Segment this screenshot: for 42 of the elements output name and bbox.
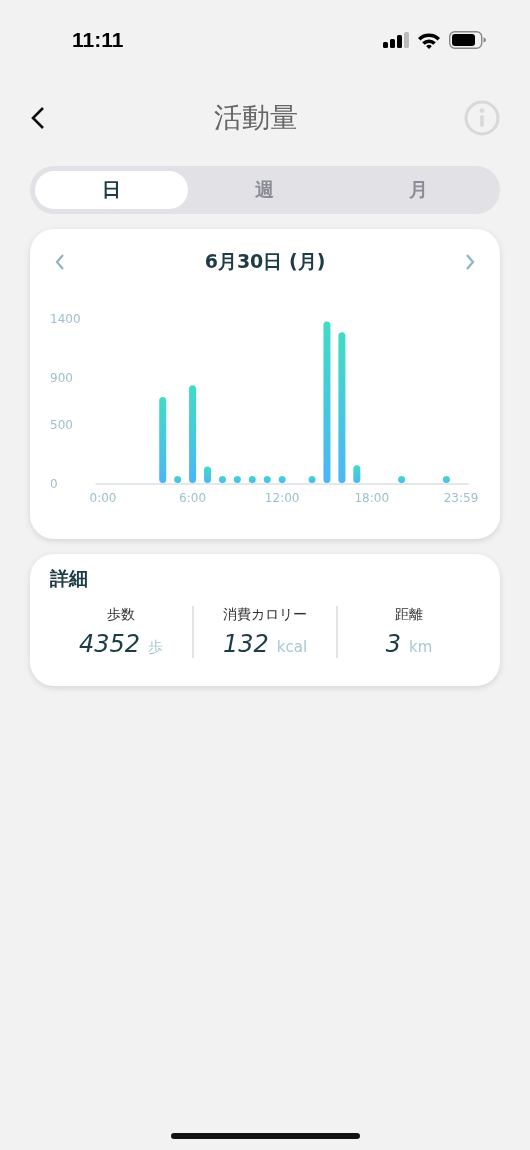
stat-value: 132: [222, 630, 269, 658]
period-tab[interactable]: 週: [188, 171, 342, 209]
y-axis-label: 900: [50, 370, 73, 385]
y-axis-label: 500: [50, 418, 73, 433]
chart-bar: [442, 475, 450, 483]
x-axis-label: 0:00: [89, 491, 117, 505]
stat-value: 3: [385, 630, 401, 658]
signal-icon: [383, 32, 409, 48]
stat-unit: kcal: [276, 638, 308, 656]
info-button[interactable]: [464, 100, 500, 136]
stat-label: 消費カロリー: [223, 606, 307, 624]
chart-bar: [218, 475, 226, 483]
previous-day-button[interactable]: [54, 253, 66, 271]
wifi-icon: [417, 31, 441, 49]
x-axis-label: 18:00: [354, 491, 390, 505]
x-axis-label: 6:00: [179, 491, 207, 505]
chart-bar: [398, 475, 406, 483]
stat-unit: km: [409, 638, 433, 656]
chart-bar: [248, 475, 256, 483]
battery-icon: [449, 31, 486, 49]
screen-title: 活動量: [214, 100, 298, 136]
chart-bar: [263, 475, 271, 483]
chart-bar: [353, 465, 361, 483]
details-title: 詳細: [50, 566, 89, 591]
chart-bar: [233, 475, 241, 483]
date-label: 6月30日 (月): [204, 249, 326, 274]
stat-value: 4352: [78, 630, 141, 658]
stat-unit: 歩: [148, 638, 164, 657]
period-tab[interactable]: 月: [341, 171, 495, 209]
period-tab[interactable]: 日: [35, 171, 189, 209]
next-day-button[interactable]: [464, 253, 476, 271]
status-time: 11:11: [72, 28, 124, 52]
stat-label: 歩数: [107, 606, 135, 624]
stat-label: 距離: [395, 606, 423, 624]
x-axis-label: 23:59: [443, 491, 479, 505]
chart-bar: [278, 475, 286, 483]
chart-bar: [204, 466, 211, 483]
x-axis-label: 12:00: [264, 491, 300, 505]
chart-bar: [174, 475, 182, 483]
y-axis-label: 1400: [50, 312, 81, 326]
chart-bar: [308, 475, 316, 483]
y-axis-label: 0: [50, 477, 58, 491]
